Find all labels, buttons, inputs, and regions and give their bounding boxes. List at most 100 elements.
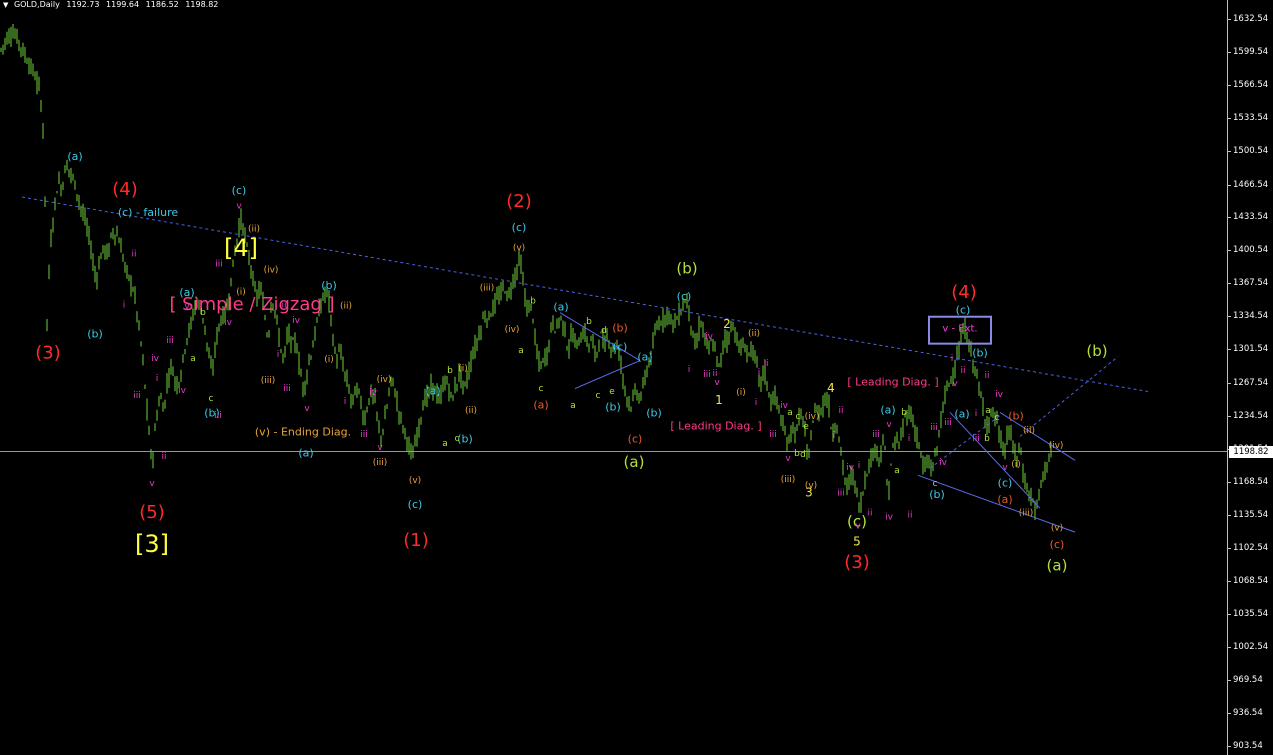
- wave-label: (iv): [1049, 441, 1064, 451]
- wave-label: [ Leading Diag. ]: [670, 419, 761, 432]
- wave-label: (b): [87, 328, 103, 341]
- wave-label: (iv): [264, 265, 279, 275]
- wave-label: b: [901, 408, 907, 418]
- wave-label: (b): [612, 322, 628, 335]
- wave-label: (v): [1051, 524, 1063, 534]
- wave-label: i: [123, 300, 126, 310]
- price-tick-label: 1433.54: [1233, 212, 1269, 223]
- price-tick-mark: [1227, 713, 1231, 715]
- wave-label: d: [601, 326, 607, 336]
- price-tick-label: 1632.54: [1233, 14, 1269, 24]
- price-tick-mark: [1227, 316, 1231, 318]
- wave-label: v: [1002, 463, 1008, 473]
- wave-label: a: [518, 346, 524, 356]
- wave-label: (c): [956, 304, 971, 317]
- price-tick-label: 1035.54: [1233, 609, 1269, 620]
- price-tick-mark: [1227, 581, 1231, 583]
- wave-label: [3]: [135, 530, 169, 558]
- wave-label: c: [596, 391, 601, 401]
- wave-label: 4: [827, 381, 835, 395]
- wave-label: e: [803, 422, 809, 432]
- wave-label: ii: [984, 371, 989, 381]
- wave-label: iv: [151, 354, 160, 364]
- wave-label: (iv): [505, 325, 520, 335]
- wave-label: c: [209, 394, 214, 404]
- wave-label: iii: [283, 384, 291, 394]
- price-tick-mark: [1227, 647, 1231, 649]
- wave-label: (c): [613, 341, 628, 354]
- wave-label: v: [149, 479, 155, 489]
- wave-label: b: [984, 434, 990, 444]
- wave-label: (c): [998, 476, 1013, 489]
- price-tick-mark: [1227, 481, 1231, 483]
- wave-label: (ii): [340, 301, 352, 311]
- wave-label: (iv): [377, 375, 392, 385]
- wave-label: iii: [837, 489, 845, 499]
- wave-label: e: [609, 387, 615, 397]
- wave-label: c: [995, 413, 1000, 423]
- price-tick-mark: [1227, 51, 1231, 53]
- wave-label: c: [539, 384, 544, 394]
- wave-label: ii: [960, 366, 965, 376]
- wave-label: i: [858, 461, 861, 471]
- wave-label: (3): [35, 343, 61, 364]
- wave-label: ii: [907, 511, 912, 521]
- wave-label: iii: [872, 430, 880, 440]
- wave-label: i: [833, 431, 836, 441]
- wave-label: a: [190, 354, 196, 364]
- wave-label: i: [344, 397, 347, 407]
- wave-label: ii: [763, 359, 768, 369]
- wave-label: (i): [736, 388, 746, 398]
- wave-label: (a): [624, 453, 645, 471]
- wave-label: (b): [321, 279, 337, 292]
- wave-label: (c): [512, 221, 527, 234]
- dropdown-triangle-icon[interactable]: ▼: [3, 1, 8, 9]
- wave-label: iv: [178, 386, 187, 396]
- wave-label: (b): [646, 406, 662, 419]
- wave-label: (ii): [465, 406, 477, 416]
- wave-label: iii: [769, 430, 777, 440]
- chart-window[interactable]: [ Simple / Zigzag ] [4] [3] (3) (4) (5) (1) (2)…: [0, 0, 1273, 755]
- price-tick-mark: [1227, 415, 1231, 417]
- price-tick-label: 1367.54: [1233, 278, 1269, 289]
- wave-label: ii: [161, 452, 166, 462]
- wave-label: iii: [166, 336, 174, 346]
- wave-label: a: [442, 439, 448, 449]
- wave-label: (i): [1011, 460, 1021, 470]
- wave-label: v: [714, 378, 720, 388]
- price-tick-label: 1400.54: [1233, 245, 1269, 256]
- wave-label: iii: [944, 418, 952, 428]
- wave-label: (i): [458, 364, 468, 374]
- price-tick-label: 1168.54: [1233, 476, 1269, 487]
- wave-label: (1): [403, 530, 429, 551]
- price-chart[interactable]: [ Simple / Zigzag ][4][3](3)(4)(5)(1)(2)…: [0, 0, 1227, 755]
- price-tick-label: 903.54: [1233, 741, 1263, 751]
- wave-label: (c): [1050, 538, 1065, 551]
- wave-label: (3): [844, 552, 870, 573]
- wave-label: (i): [236, 287, 246, 297]
- high-value: 1199.64: [106, 0, 140, 9]
- price-tick-label: 1566.54: [1233, 79, 1269, 90]
- trendline: [559, 312, 641, 362]
- wave-label: iv: [995, 390, 1004, 400]
- price-tick-mark: [1227, 19, 1231, 20]
- wave-label: b: [586, 317, 592, 327]
- wave-label: v: [952, 379, 958, 389]
- wave-label: i: [755, 398, 758, 408]
- wave-label: (4): [951, 282, 977, 303]
- price-tick-mark: [1227, 514, 1231, 516]
- wave-label: v: [236, 202, 242, 212]
- wave-label: (a): [880, 403, 895, 416]
- wave-label: (5): [139, 502, 165, 523]
- wave-label: (iii): [480, 283, 495, 293]
- wave-label: (2): [506, 191, 532, 212]
- wave-label: ii: [867, 509, 872, 519]
- price-tick-label: 1267.54: [1233, 377, 1269, 388]
- wave-label: b: [200, 308, 206, 318]
- price-tick-label: 1234.54: [1233, 410, 1269, 421]
- wave-label: v: [855, 522, 861, 532]
- price-tick-mark: [1227, 382, 1231, 384]
- wave-label: iii: [972, 434, 980, 444]
- wave-label: (i): [324, 355, 334, 365]
- price-tick-label: 1102.54: [1233, 542, 1269, 553]
